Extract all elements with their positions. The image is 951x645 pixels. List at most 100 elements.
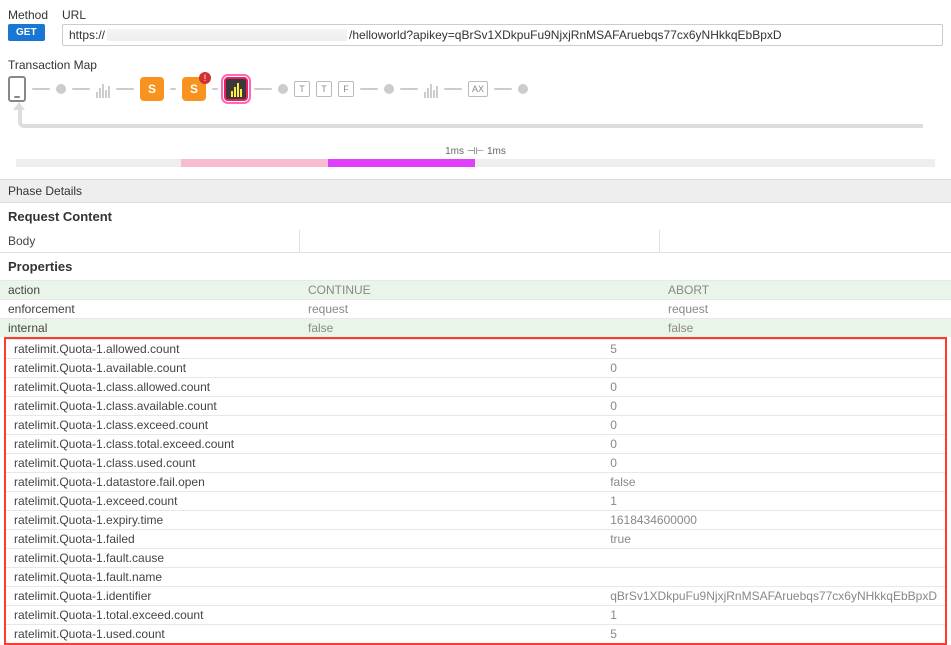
url-masked-host xyxy=(107,29,347,41)
prop-value-before xyxy=(287,397,602,416)
timing-segment xyxy=(475,159,935,167)
property-row[interactable]: ratelimit.Quota-1.failedtrue xyxy=(6,530,945,549)
prop-value-before xyxy=(287,340,602,359)
property-row[interactable]: ratelimit.Quota-1.class.total.exceed.cou… xyxy=(6,435,945,454)
prop-value-after xyxy=(602,549,945,568)
property-row[interactable]: ratelimit.Quota-1.available.count0 xyxy=(6,359,945,378)
prop-name: ratelimit.Quota-1.class.total.exceed.cou… xyxy=(6,435,287,454)
prop-value-before xyxy=(287,511,602,530)
highlighted-properties-frame: ratelimit.Quota-1.allowed.count5ratelimi… xyxy=(4,337,947,645)
property-row[interactable]: actionCONTINUEABORT xyxy=(0,281,951,300)
latency-bars-icon[interactable] xyxy=(96,80,110,98)
flow-mini-node[interactable]: F xyxy=(338,81,354,97)
property-row[interactable]: ratelimit.Quota-1.total.exceed.count1 xyxy=(6,606,945,625)
flow-line xyxy=(72,88,90,90)
policy-node-wrapper: S ! xyxy=(182,77,206,101)
prop-name: ratelimit.Quota-1.used.count xyxy=(6,625,287,644)
prop-value-before xyxy=(287,435,602,454)
properties-header: Properties xyxy=(0,253,951,280)
body-row: Body xyxy=(0,230,951,253)
quota-policy-node-selected[interactable] xyxy=(224,77,248,101)
property-row[interactable]: ratelimit.Quota-1.identifier qBrSv1XDkpuF… xyxy=(6,587,945,606)
prop-value-before xyxy=(287,530,602,549)
flow-line xyxy=(494,88,512,90)
property-row[interactable]: internalfalsefalse xyxy=(0,319,951,338)
prop-name: ratelimit.Quota-1.exceed.count xyxy=(6,492,287,511)
timing-label: 1ms ⊣⊢ 1ms xyxy=(8,146,943,157)
prop-value-before xyxy=(287,378,602,397)
prop-value-after: 1 xyxy=(602,606,945,625)
body-label: Body xyxy=(0,230,300,252)
transaction-map: S S ! T T F AX 1ms ⊣⊢ 1ms xyxy=(0,76,951,167)
prop-value-before: CONTINUE xyxy=(300,281,660,300)
prop-name: internal xyxy=(0,319,300,338)
latency-bars-icon[interactable] xyxy=(424,80,438,98)
flow-dot[interactable] xyxy=(518,84,528,94)
property-row[interactable]: ratelimit.Quota-1.expiry.time 16184346000… xyxy=(6,511,945,530)
prop-value-after: 1618434600000 xyxy=(602,511,945,530)
property-row[interactable]: ratelimit.Quota-1.class.allowed.count0 xyxy=(6,378,945,397)
url-input[interactable]: https:// /helloworld?apikey=qBrSv1XDkpuF… xyxy=(62,24,943,46)
prop-name: ratelimit.Quota-1.class.used.count xyxy=(6,454,287,473)
property-row[interactable]: ratelimit.Quota-1.class.exceed.count0 xyxy=(6,416,945,435)
property-row[interactable]: ratelimit.Quota-1.datastore.fail.openfal… xyxy=(6,473,945,492)
flow-mini-node[interactable]: AX xyxy=(468,81,488,97)
prop-name: ratelimit.Quota-1.failed xyxy=(6,530,287,549)
transaction-map-label: Transaction Map xyxy=(0,58,951,72)
flow-dot[interactable] xyxy=(384,84,394,94)
flow-mini-node[interactable]: T xyxy=(294,81,310,97)
policy-node[interactable]: S xyxy=(140,77,164,101)
prop-value-after: qBrSv1XDkpuFu9NjxjRnMSAFAruebqs77cx6yNHk… xyxy=(602,587,945,606)
flow-dot[interactable] xyxy=(56,84,66,94)
flow-line xyxy=(400,88,418,90)
return-flow-arrow xyxy=(18,108,923,128)
timing-segment xyxy=(181,159,328,167)
flow-line xyxy=(170,88,176,90)
prop-value-before xyxy=(287,587,602,606)
timing-segment xyxy=(16,159,181,167)
property-row[interactable]: ratelimit.Quota-1.class.available.count 0 xyxy=(6,397,945,416)
prop-value-after: ABORT xyxy=(660,281,951,300)
property-row[interactable]: ratelimit.Quota-1.allowed.count5 xyxy=(6,340,945,359)
prop-name: ratelimit.Quota-1.class.available.count xyxy=(6,397,287,416)
prop-value-before xyxy=(287,359,602,378)
prop-value-after: 0 xyxy=(602,454,945,473)
prop-value-after: 5 xyxy=(602,625,945,644)
prop-value-after: 0 xyxy=(602,397,945,416)
property-row[interactable]: ratelimit.Quota-1.used.count 5 xyxy=(6,625,945,644)
body-value-2 xyxy=(660,230,951,252)
prop-value-before: request xyxy=(300,300,660,319)
prop-value-after: 0 xyxy=(602,378,945,397)
property-row[interactable]: ratelimit.Quota-1.fault.name xyxy=(6,568,945,587)
prop-value-before xyxy=(287,549,602,568)
prop-value-after xyxy=(602,568,945,587)
prop-name: ratelimit.Quota-1.fault.name xyxy=(6,568,287,587)
prop-name: ratelimit.Quota-1.fault.cause xyxy=(6,549,287,568)
prop-value-before xyxy=(287,606,602,625)
url-path: /helloworld?apikey=qBrSv1XDkpuFu9NjxjRnM… xyxy=(349,28,782,42)
property-row[interactable]: ratelimit.Quota-1.exceed.count 1 xyxy=(6,492,945,511)
prop-name: ratelimit.Quota-1.class.exceed.count xyxy=(6,416,287,435)
prop-value-before xyxy=(287,473,602,492)
property-row[interactable]: enforcementrequestrequest xyxy=(0,300,951,319)
prop-name: ratelimit.Quota-1.datastore.fail.open xyxy=(6,473,287,492)
timing-bar[interactable] xyxy=(16,159,935,167)
prop-name: ratelimit.Quota-1.identifier xyxy=(6,587,287,606)
property-row[interactable]: ratelimit.Quota-1.class.used.count 0 xyxy=(6,454,945,473)
method-label: Method xyxy=(8,8,50,22)
flow-line xyxy=(444,88,462,90)
request-content-header: Request Content xyxy=(0,203,951,230)
prop-name: ratelimit.Quota-1.allowed.count xyxy=(6,340,287,359)
flow-dot[interactable] xyxy=(278,84,288,94)
prop-value-after: 1 xyxy=(602,492,945,511)
prop-name: ratelimit.Quota-1.expiry.time xyxy=(6,511,287,530)
prop-value-after: 0 xyxy=(602,359,945,378)
prop-name: enforcement xyxy=(0,300,300,319)
request-header: Method GET URL https:// /helloworld?apik… xyxy=(8,8,943,46)
flow-line xyxy=(212,88,218,90)
prop-value-after: false xyxy=(660,319,951,338)
property-row[interactable]: ratelimit.Quota-1.fault.cause xyxy=(6,549,945,568)
prop-value-before xyxy=(287,568,602,587)
client-icon[interactable] xyxy=(8,76,26,102)
flow-mini-node[interactable]: T xyxy=(316,81,332,97)
